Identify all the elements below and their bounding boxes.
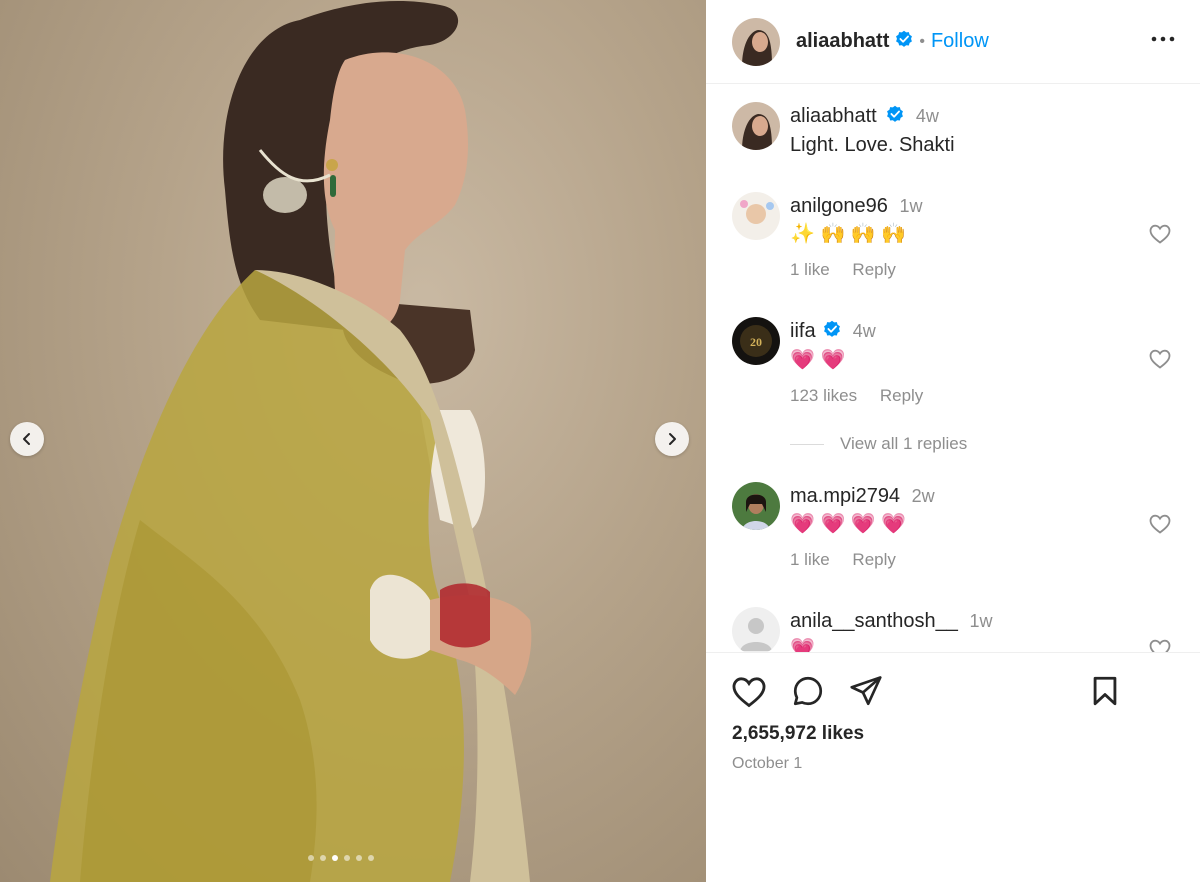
post-actions: 2,655,972 likes October 1: [706, 652, 1200, 882]
share-button[interactable]: [848, 673, 884, 714]
reply-button[interactable]: Reply: [880, 386, 923, 405]
carousel-indicator: [308, 855, 374, 861]
view-replies-label: View all 1 replies: [840, 434, 968, 453]
carousel-dot: [332, 855, 338, 861]
like-count[interactable]: 2,655,972 likes: [732, 723, 864, 745]
comment-timestamp: 4w: [852, 321, 876, 341]
comments-list[interactable]: aliaabhatt 4w Light. Love. Shakti anilgo…: [706, 84, 1200, 652]
comment-icon: [793, 676, 823, 706]
header-separator: •: [919, 32, 925, 50]
like-button[interactable]: [730, 673, 768, 716]
comment-text: ✨ 🙌 🙌 🙌: [790, 223, 907, 245]
commenter-avatar[interactable]: [732, 607, 780, 652]
carousel-dot: [320, 855, 326, 861]
reply-button[interactable]: Reply: [852, 550, 895, 569]
post-detail-panel: aliaabhatt • Follow aliaabhatt 4w Light.…: [706, 0, 1200, 882]
carousel-dot: [368, 855, 374, 861]
comment-timestamp: 1w: [899, 196, 923, 216]
carousel-dot: [356, 855, 362, 861]
commenter-username[interactable]: anilgone96: [790, 195, 888, 217]
heart-icon: [1149, 639, 1171, 652]
heart-icon: [1149, 514, 1171, 534]
save-button[interactable]: [1088, 673, 1122, 714]
verified-badge-icon: [823, 318, 841, 346]
commenter-username[interactable]: anila__santhosh__: [790, 610, 958, 632]
comment-timestamp: 1w: [969, 611, 993, 631]
comment-like-count[interactable]: 123 likes: [790, 386, 857, 405]
comment-like-button[interactable]: [1148, 222, 1172, 251]
verified-badge-icon: [886, 103, 904, 131]
comment-like-count[interactable]: 1 like: [790, 260, 830, 279]
author-username[interactable]: aliaabhatt: [796, 30, 889, 53]
commenter-username[interactable]: ma.mpi2794: [790, 485, 900, 507]
commenter-avatar[interactable]: 20: [732, 317, 780, 365]
caption-username[interactable]: aliaabhatt: [790, 105, 877, 127]
reply-button[interactable]: Reply: [852, 260, 895, 279]
caption-text: Light. Love. Shakti: [790, 133, 955, 156]
verified-badge-icon: [895, 30, 913, 53]
comment-like-button[interactable]: [1148, 347, 1172, 376]
comment-like-button[interactable]: [1148, 637, 1172, 652]
post-header: aliaabhatt • Follow: [706, 0, 1200, 84]
commenter-avatar[interactable]: [732, 482, 780, 530]
caption-avatar[interactable]: [732, 102, 780, 150]
chevron-left-icon: [23, 433, 30, 445]
comment-text: 💗 💗 💗 💗: [790, 513, 907, 535]
svg-text:20: 20: [750, 335, 762, 349]
post-date[interactable]: October 1: [732, 755, 802, 773]
comment-like-count[interactable]: 1 like: [790, 550, 830, 569]
post-image[interactable]: [0, 0, 706, 882]
more-icon: [1151, 36, 1175, 42]
follow-button[interactable]: Follow: [931, 30, 989, 53]
chevron-right-icon: [669, 433, 676, 445]
commenter-username[interactable]: iifa: [790, 320, 816, 342]
comment-button[interactable]: [790, 673, 826, 714]
share-icon: [850, 676, 882, 706]
next-image-button[interactable]: [655, 422, 689, 456]
commenter-avatar[interactable]: [732, 192, 780, 240]
comment-like-button[interactable]: [1148, 512, 1172, 541]
author-avatar[interactable]: [732, 17, 780, 66]
comment-text: 💗 💗: [790, 348, 846, 371]
heart-icon: [1149, 224, 1171, 244]
heart-icon: [732, 677, 766, 708]
carousel-dot: [308, 855, 314, 861]
carousel-dot: [344, 855, 350, 861]
replies-divider: [790, 443, 824, 445]
view-replies-button[interactable]: View all 1 replies: [790, 434, 967, 454]
more-options-button[interactable]: [1150, 26, 1176, 57]
bookmark-icon: [1093, 676, 1117, 706]
post-photo: [50, 0, 532, 882]
caption-timestamp: 4w: [915, 106, 939, 126]
comment-text: 💗: [790, 638, 815, 652]
heart-icon: [1149, 349, 1171, 369]
comment-timestamp: 2w: [911, 486, 935, 506]
previous-image-button[interactable]: [10, 422, 44, 456]
